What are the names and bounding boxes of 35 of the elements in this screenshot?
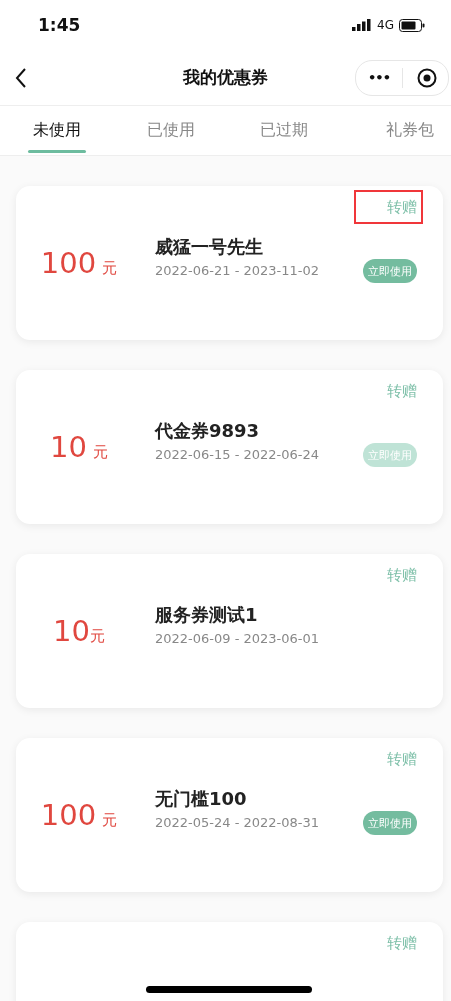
transfer-link[interactable]: 转赠 [387, 750, 417, 769]
currency-unit: 元 [92, 443, 108, 462]
battery-icon [399, 18, 425, 32]
tab[interactable]: 已过期 [255, 106, 314, 155]
transfer-link[interactable]: 转赠 [387, 934, 417, 953]
transfer-link[interactable]: 转赠 [387, 566, 417, 585]
use-now-button[interactable]: 立即使用 [363, 811, 417, 835]
validity-dates: 2022-06-09 - 2023-06-01 [155, 630, 321, 646]
coupon-amount: 10 [50, 430, 87, 464]
coupon-name: 威猛一号先生 [155, 234, 264, 259]
currency-unit: 元 [89, 627, 105, 646]
currency-unit: 元 [102, 811, 118, 830]
coupon-name: 无门槛100 [155, 786, 248, 811]
validity-dates: 2022-06-21 - 2023-11-02 [155, 262, 321, 278]
status-time: 1:45 [38, 15, 81, 35]
coupon-amount: 10 [53, 614, 90, 648]
back-icon[interactable] [14, 66, 28, 89]
coupon-amount: 100 [40, 246, 97, 280]
validity-dates: 2022-06-15 - 2022-06-24 [155, 446, 321, 462]
network-label: 4G [377, 18, 394, 32]
coupon-amount: 100 [40, 798, 97, 832]
transfer-link[interactable]: 转赠 [387, 382, 417, 401]
tab[interactable]: 未使用 [28, 106, 86, 155]
tab[interactable]: 已使用 [141, 106, 200, 155]
coupon-name: 服务券测试1 [155, 602, 259, 627]
page-title: 我的优惠券 [183, 66, 268, 89]
tab[interactable]: 礼券包 [368, 106, 451, 155]
validity-dates: 2022-05-24 - 2022-08-31 [155, 814, 321, 830]
transfer-link[interactable]: 转赠 [354, 190, 423, 224]
currency-unit: 元 [102, 259, 118, 278]
use-now-button[interactable]: 立即使用 [363, 259, 417, 283]
more-button[interactable]: ••• [356, 70, 402, 85]
coupon-name: 代金券9893 [155, 418, 261, 443]
signal-icon [352, 19, 373, 31]
close-icon[interactable] [417, 67, 437, 88]
